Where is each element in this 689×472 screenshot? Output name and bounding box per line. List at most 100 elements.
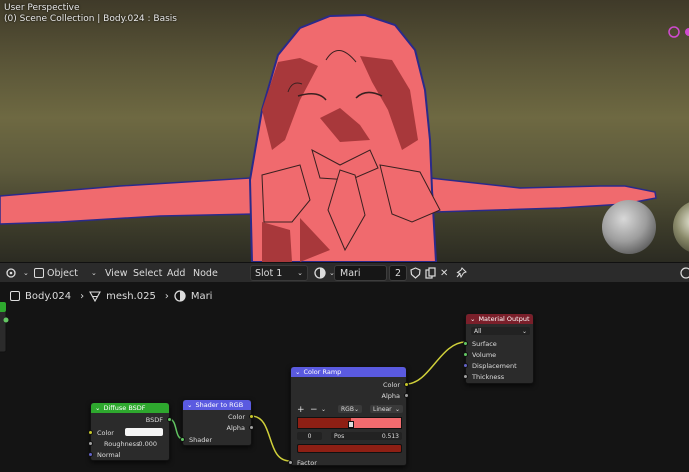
gizmo-axis-icon[interactable] [668, 26, 680, 38]
node-material-output[interactable]: ⌄ Material Output All ⌄ Surface Volume D… [463, 313, 534, 384]
collapse-chevron-icon: ⌄ [295, 368, 301, 376]
input-factor-label: Factor [297, 458, 317, 467]
ramp-menu-chevron-icon[interactable]: ⌄ [321, 405, 326, 414]
chevron-down-icon: ⌄ [521, 327, 527, 335]
chevron-down-icon: ⌄ [23, 269, 29, 277]
pos-value: 0.513 [381, 432, 399, 440]
socket-input-normal[interactable] [88, 452, 93, 457]
unlink-material-button[interactable]: ✕ [436, 265, 452, 281]
socket-output-color[interactable] [249, 414, 254, 419]
menu-add[interactable]: Add [163, 265, 189, 281]
slot-selector[interactable]: Slot 1 ⌄ [250, 265, 308, 281]
node-header[interactable]: ⌄ Material Output [466, 314, 533, 324]
matcap-sphere [602, 200, 656, 254]
chevron-down-icon: ⌄ [353, 405, 359, 413]
node-diffuse-bsdf[interactable]: ⌄ Diffuse BSDF BSDF Color Roughness 0.00… [88, 402, 172, 461]
output-bsdf-label: BSDF [145, 415, 163, 424]
socket-input-surface[interactable] [463, 341, 468, 346]
color-ramp-gradient[interactable] [297, 417, 402, 429]
viewport-collection-label: (0) Scene Collection | Body.024 : Basis [4, 14, 177, 24]
pin-button[interactable] [452, 265, 471, 281]
socket-output-color[interactable] [404, 382, 409, 387]
output-color-label: Color [228, 412, 245, 421]
interpolation-value: Linear [373, 405, 392, 413]
node-editor-canvas[interactable]: Body.024 › mesh.025 › Mari ⌄ Diffuse BSD… [0, 282, 689, 472]
ramp-stop-handle[interactable] [348, 421, 354, 428]
3d-viewport[interactable]: User Perspective (0) Scene Collection | … [0, 0, 689, 262]
roughness-value[interactable]: 0.000 [138, 439, 157, 448]
output-color-label: Color [383, 380, 400, 389]
copy-icon [425, 267, 436, 279]
collapse-chevron-icon: ⌄ [187, 401, 193, 409]
stop-position-field[interactable]: Pos 0.513 [331, 432, 402, 440]
node-editor-header: ⌄ Object ⌄ View Select Add Node Slot 1 ⌄… [0, 262, 689, 282]
slot-label: Slot 1 [255, 267, 283, 279]
input-color-label: Color [97, 428, 114, 437]
input-shader-label: Shader [189, 435, 213, 444]
hdri-sphere [673, 202, 689, 252]
socket-input-shader[interactable] [180, 437, 185, 442]
link-color-factor[interactable] [250, 415, 291, 462]
collapse-chevron-icon: ⌄ [470, 315, 476, 323]
link-color-surface[interactable] [405, 341, 467, 385]
users-count-button[interactable]: 2 [389, 265, 407, 281]
editor-type-selector[interactable]: ⌄ [2, 265, 33, 281]
add-stop-button[interactable]: + [297, 405, 305, 415]
stop-index-field[interactable]: 0 [297, 432, 322, 440]
node-title: Color Ramp [303, 368, 342, 376]
input-thickness-label: Thickness [472, 372, 505, 381]
material-name-field[interactable]: Mari [334, 265, 387, 281]
node-editor-icon [6, 268, 16, 278]
target-select[interactable]: All ⌄ [471, 327, 530, 335]
stop-color-swatch[interactable] [297, 444, 402, 453]
collapse-chevron-icon: ⌄ [95, 404, 101, 412]
socket-output-alpha[interactable] [404, 393, 409, 398]
color-mode-select[interactable]: RGB ⌄ [338, 405, 362, 413]
input-roughness-label: Roughness [104, 439, 140, 448]
material-sphere-icon [314, 267, 326, 279]
socket-output-alpha[interactable] [249, 425, 254, 430]
color-swatch[interactable] [125, 428, 163, 436]
close-icon: ✕ [440, 267, 449, 279]
blender-window: User Perspective (0) Scene Collection | … [0, 0, 689, 472]
viewport-mode-label: User Perspective [4, 3, 80, 13]
socket-input-factor[interactable] [288, 460, 293, 465]
menu-node[interactable]: Node [189, 265, 222, 281]
pin-icon [456, 267, 467, 279]
remove-stop-button[interactable]: − [310, 405, 318, 415]
node-shader-to-rgb[interactable]: ⌄ Shader to RGB Color Alpha Shader [180, 399, 254, 446]
socket-input-color[interactable] [88, 430, 93, 435]
object-icon [34, 268, 44, 278]
chevron-down-icon: ⌄ [90, 269, 97, 277]
overlay-icon [680, 267, 689, 279]
node-title: Shader to RGB [195, 401, 244, 409]
socket-input-roughness[interactable] [88, 441, 93, 446]
color-mode-value: RGB [341, 405, 354, 413]
node-header[interactable]: ⌄ Diffuse BSDF [91, 403, 169, 413]
node-title: Material Output [478, 315, 530, 323]
input-surface-label: Surface [472, 339, 497, 348]
menu-view[interactable]: View [101, 265, 132, 281]
character-render [0, 13, 689, 262]
socket-input-displacement[interactable] [463, 363, 468, 368]
input-displacement-label: Displacement [472, 361, 517, 370]
node-header[interactable]: ⌄ Shader to RGB [183, 400, 251, 410]
input-normal-label: Normal [97, 450, 121, 459]
chevron-down-icon: ⌄ [394, 405, 400, 413]
chevron-down-icon: ⌄ [297, 269, 303, 277]
node-title: Diffuse BSDF [103, 404, 146, 412]
pos-label: Pos [334, 432, 345, 440]
socket-input-thickness[interactable] [463, 374, 468, 379]
node-color-ramp[interactable]: ⌄ Color Ramp Color Alpha + − ⌄ RGB ⌄ Lin… [288, 366, 409, 467]
output-alpha-label: Alpha [381, 391, 400, 400]
interpolation-select[interactable]: Linear ⌄ [370, 405, 403, 413]
object-mode-selector[interactable]: Object ⌄ [30, 265, 101, 281]
socket-output-bsdf[interactable] [167, 417, 172, 422]
overlay-toggle[interactable] [676, 265, 689, 281]
shield-icon [410, 267, 421, 279]
output-alpha-label: Alpha [226, 423, 245, 432]
node-header[interactable]: ⌄ Color Ramp [291, 367, 406, 377]
menu-select[interactable]: Select [129, 265, 166, 281]
socket-input-volume[interactable] [463, 352, 468, 357]
link-bsdf-shader[interactable] [168, 418, 184, 440]
